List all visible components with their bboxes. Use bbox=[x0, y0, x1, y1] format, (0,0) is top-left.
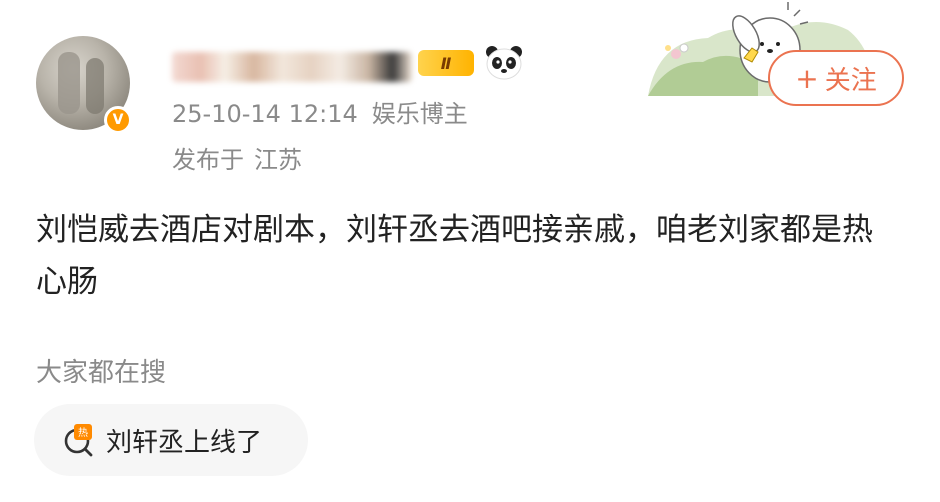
search-section-title: 大家都在搜 bbox=[36, 358, 167, 388]
hot-search-icon: 热 bbox=[64, 424, 93, 457]
hot-search-label: 刘轩丞上线了 bbox=[106, 427, 263, 458]
post-content: 刘恺威去酒店对剧本，刘轩丞去酒吧接亲戚，咱老刘家都是热心肠 bbox=[36, 212, 873, 300]
svg-text:热: 热 bbox=[78, 426, 88, 439]
hot-search-chip[interactable]: 热 刘轩丞上线了 bbox=[34, 404, 308, 476]
panda-icon bbox=[486, 46, 522, 80]
plus-icon: + bbox=[795, 61, 819, 95]
post-timestamp: 25-10-14 12:14 bbox=[172, 100, 358, 128]
verified-v-icon: V bbox=[104, 106, 132, 134]
author-role: 娱乐博主 bbox=[371, 100, 468, 128]
level-badge-icon: Ⅱ bbox=[418, 50, 474, 76]
post-location: 发布于 江苏 bbox=[172, 146, 302, 174]
follow-button[interactable]: + 关注 bbox=[768, 50, 904, 106]
author-name-blurred[interactable] bbox=[172, 52, 412, 82]
post-meta: 25-10-14 12:14 娱乐博主 bbox=[172, 94, 468, 129]
follow-label: 关注 bbox=[824, 65, 877, 96]
